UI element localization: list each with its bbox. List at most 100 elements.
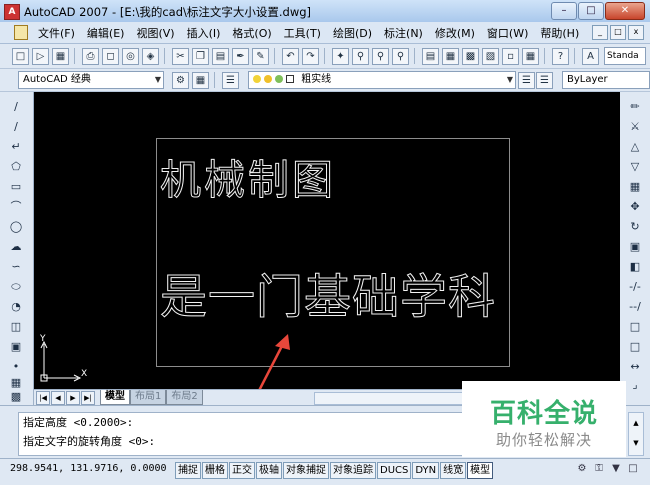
first-tab-button[interactable]: |◀	[36, 391, 50, 405]
last-tab-button[interactable]: ▶|	[81, 391, 95, 405]
array-icon[interactable]: ▦	[628, 180, 642, 194]
menu-format[interactable]: 格式(O)	[226, 25, 277, 41]
trim-icon[interactable]: -/-	[628, 280, 642, 294]
arc-icon[interactable]: ⌒	[9, 200, 23, 214]
doc-close-button[interactable]: x	[628, 25, 644, 40]
menu-file[interactable]: 文件(F)	[32, 25, 81, 41]
save-icon[interactable]: ▦	[52, 48, 69, 65]
menu-edit[interactable]: 编辑(E)	[81, 25, 131, 41]
offset-icon[interactable]: ▽	[628, 160, 642, 174]
mirror-icon[interactable]: △	[628, 140, 642, 154]
command-scrollbar[interactable]: ▲ ▼	[628, 412, 644, 456]
menu-modify[interactable]: 修改(M)	[429, 25, 481, 41]
stretch-icon[interactable]: ◧	[628, 260, 642, 274]
markup-icon[interactable]: ▫	[502, 48, 519, 65]
model-space-toggle[interactable]: 模型	[467, 462, 494, 479]
pan-icon[interactable]: ✦	[332, 48, 349, 65]
tool-palettes-icon[interactable]: ▩	[462, 48, 479, 65]
design-center-icon[interactable]: ▦	[442, 48, 459, 65]
menu-insert[interactable]: 插入(I)	[181, 25, 227, 41]
open-file-icon[interactable]: ▷	[32, 48, 49, 65]
rectangle-icon[interactable]: ▭	[9, 180, 23, 194]
ortho-toggle[interactable]: 正交	[229, 462, 255, 479]
tab-layout1[interactable]: 布局1	[130, 390, 167, 405]
construction-line-icon[interactable]: ∕	[9, 120, 23, 134]
help-icon[interactable]: ?	[552, 48, 569, 65]
close-button[interactable]: ✕	[605, 2, 645, 20]
next-tab-button[interactable]: ▶	[66, 391, 80, 405]
my-workspace-icon[interactable]: ▦	[192, 72, 209, 89]
extend-icon[interactable]: --/	[628, 300, 642, 314]
menu-tools[interactable]: 工具(T)	[278, 25, 327, 41]
menu-window[interactable]: 窗口(W)	[481, 25, 534, 41]
dyn-toggle[interactable]: DYN	[412, 462, 440, 479]
menu-draw[interactable]: 绘图(D)	[327, 25, 378, 41]
sheet-set-icon[interactable]: ▧	[482, 48, 499, 65]
paste-icon[interactable]: ▤	[212, 48, 229, 65]
maximize-button[interactable]: □	[578, 2, 604, 20]
menu-dimension[interactable]: 标注(N)	[378, 25, 429, 41]
layer-dropdown[interactable]: 粗实线 ▼	[248, 71, 516, 89]
polygon-icon[interactable]: ⬠	[9, 160, 23, 174]
rotate-icon[interactable]: ↻	[628, 220, 642, 234]
clean-screen-icon[interactable]: □	[626, 462, 640, 476]
match-properties-icon[interactable]: ✒	[232, 48, 249, 65]
3d-publish-icon[interactable]: ◈	[142, 48, 159, 65]
properties-icon[interactable]: ▤	[422, 48, 439, 65]
color-dropdown[interactable]: ByLayer	[562, 71, 650, 89]
region-icon[interactable]: ▩	[9, 390, 23, 404]
doc-minimize-button[interactable]: _	[592, 25, 608, 40]
circle-icon[interactable]: ◯	[9, 220, 23, 234]
zoom-realtime-icon[interactable]: ⚲	[352, 48, 369, 65]
workspace-dropdown[interactable]: AutoCAD 经典 ▼	[18, 71, 164, 89]
insert-block-icon[interactable]: ◫	[9, 320, 23, 334]
publish-icon[interactable]: ◎	[122, 48, 139, 65]
drawing-canvas[interactable]: 机械制图 是一门基础学科 Y X	[34, 92, 620, 389]
fillet-icon[interactable]: ⌟	[628, 378, 642, 392]
otrack-toggle[interactable]: 对象追踪	[330, 462, 376, 479]
doc-restore-button[interactable]: □	[610, 25, 626, 40]
quickcalc-icon[interactable]: ▦	[522, 48, 539, 65]
chamfer-icon[interactable]: ↔	[628, 360, 642, 374]
text-style-dropdown[interactable]: Standa	[604, 47, 646, 65]
workspace-settings-icon[interactable]: ⚙	[172, 72, 189, 89]
coordinate-readout[interactable]: 298.9541, 131.9716, 0.0000	[10, 463, 167, 474]
revision-cloud-icon[interactable]: ☁	[9, 240, 23, 254]
snap-toggle[interactable]: 捕捉	[175, 462, 201, 479]
hatch-icon[interactable]: ▦	[9, 376, 23, 390]
zoom-window-icon[interactable]: ⚲	[372, 48, 389, 65]
polyline-icon[interactable]: ↵	[9, 140, 23, 154]
point-icon[interactable]: •	[9, 360, 23, 374]
lineweight-toggle[interactable]: 线宽	[440, 462, 467, 479]
move-icon[interactable]: ✥	[628, 200, 642, 214]
make-layer-current-icon[interactable]: ☰	[518, 72, 535, 89]
ducs-toggle[interactable]: DUCS	[377, 462, 412, 479]
status-menu-icon[interactable]: ▼	[609, 462, 623, 476]
join-icon[interactable]: □	[628, 340, 642, 354]
block-editor-icon[interactable]: ✎	[252, 48, 269, 65]
break-icon[interactable]: □	[628, 320, 642, 334]
spline-icon[interactable]: ∽	[9, 260, 23, 274]
scale-icon[interactable]: ▣	[628, 240, 642, 254]
ellipse-icon[interactable]: ⬭	[9, 280, 23, 294]
cut-icon[interactable]: ✂	[172, 48, 189, 65]
grid-toggle[interactable]: 栅格	[202, 462, 228, 479]
zoom-previous-icon[interactable]: ⚲	[392, 48, 409, 65]
erase-icon[interactable]: ✏	[628, 100, 642, 114]
text-style-icon[interactable]: A	[582, 48, 599, 65]
tab-layout2[interactable]: 布局2	[166, 390, 203, 405]
new-file-icon[interactable]: □	[12, 48, 29, 65]
prev-tab-button[interactable]: ◀	[51, 391, 65, 405]
tab-model[interactable]: 模型	[100, 390, 130, 405]
minimize-button[interactable]: –	[551, 2, 577, 20]
ellipse-arc-icon[interactable]: ◔	[9, 300, 23, 314]
layer-previous-icon[interactable]: ☰	[536, 72, 553, 89]
copy-object-icon[interactable]: ⚔	[628, 120, 642, 134]
copy-icon[interactable]: ❐	[192, 48, 209, 65]
undo-icon[interactable]: ↶	[282, 48, 299, 65]
plot-preview-icon[interactable]: ◻	[102, 48, 119, 65]
line-icon[interactable]: ∕	[9, 100, 23, 114]
print-icon[interactable]: ⎙	[82, 48, 99, 65]
layer-manager-icon[interactable]: ☰	[222, 72, 239, 89]
menu-help[interactable]: 帮助(H)	[534, 25, 585, 41]
